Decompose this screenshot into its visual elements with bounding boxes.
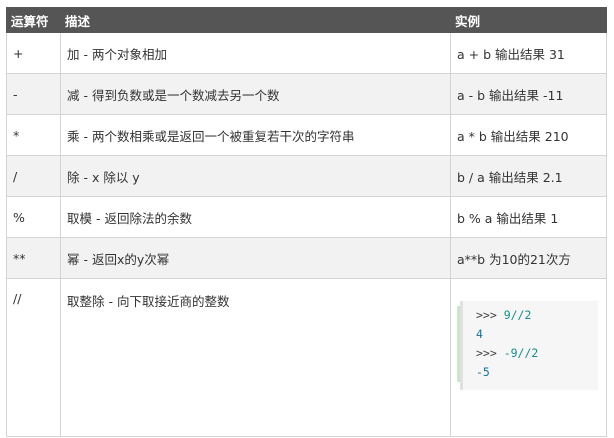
- operator-cell: **: [6, 237, 61, 279]
- code-line: >>> -9//2: [457, 344, 598, 363]
- table-row: + 加 - 两个对象相加 a + b 输出结果 31: [6, 32, 607, 74]
- header-description: 描述: [60, 7, 451, 33]
- example-cell: b % a 输出结果 1: [450, 196, 607, 238]
- table-row: * 乘 - 两个数相乘或是返回一个被重复若干次的字符串 a * b 输出结果 2…: [6, 114, 607, 156]
- example-cell: a + b 输出结果 31: [450, 32, 607, 74]
- operator-cell: //: [6, 278, 61, 437]
- table-row: // 取整除 - 向下取接近商的整数 >>> 9//2 4 >>> -9//2 …: [6, 278, 607, 437]
- description-cell: 取整除 - 向下取接近商的整数: [60, 278, 451, 437]
- example-cell: b / a 输出结果 2.1: [450, 155, 607, 197]
- code-example-block: >>> 9//2 4 >>> -9//2 -5: [457, 301, 598, 390]
- example-cell: >>> 9//2 4 >>> -9//2 -5: [450, 278, 607, 437]
- header-row: 运算符 描述 实例: [6, 7, 607, 33]
- operator-cell: +: [6, 32, 61, 74]
- description-cell: 除 - x 除以 y: [60, 155, 451, 197]
- description-cell: 减 - 得到负数或是一个数减去另一个数: [60, 73, 451, 115]
- operator-cell: -: [6, 73, 61, 115]
- example-cell: a - b 输出结果 -11: [450, 73, 607, 115]
- example-cell: a * b 输出结果 210: [450, 114, 607, 156]
- code-line: >>> 9//2: [457, 306, 598, 325]
- header-operator: 运算符: [6, 7, 61, 33]
- code-prompt: >>>: [476, 308, 504, 322]
- code-output: 4: [476, 327, 483, 341]
- operator-cell: /: [6, 155, 61, 197]
- operators-table: 运算符 描述 实例 + 加 - 两个对象相加 a + b 输出结果 31 - 减…: [6, 7, 607, 437]
- code-expression: -9//2: [503, 346, 539, 360]
- code-line: 4: [457, 325, 598, 344]
- table-row: / 除 - x 除以 y b / a 输出结果 2.1: [6, 155, 607, 197]
- description-cell: 乘 - 两个数相乘或是返回一个被重复若干次的字符串: [60, 114, 451, 156]
- code-expression: 9//2: [503, 308, 532, 322]
- header-example: 实例: [450, 7, 607, 33]
- table-row: - 减 - 得到负数或是一个数减去另一个数 a - b 输出结果 -11: [6, 73, 607, 115]
- description-cell: 加 - 两个对象相加: [60, 32, 451, 74]
- code-prompt: >>>: [476, 346, 504, 360]
- description-cell: 取模 - 返回除法的余数: [60, 196, 451, 238]
- code-output: -5: [476, 365, 490, 379]
- example-cell: a**b 为10的21次方: [450, 237, 607, 279]
- operator-cell: *: [6, 114, 61, 156]
- table-row: ** 幂 - 返回x的y次幂 a**b 为10的21次方: [6, 237, 607, 279]
- table-header: 运算符 描述 实例: [6, 7, 607, 33]
- table-row: % 取模 - 返回除法的余数 b % a 输出结果 1: [6, 196, 607, 238]
- operator-cell: %: [6, 196, 61, 238]
- description-cell: 幂 - 返回x的y次幂: [60, 237, 451, 279]
- code-line: -5: [457, 363, 598, 382]
